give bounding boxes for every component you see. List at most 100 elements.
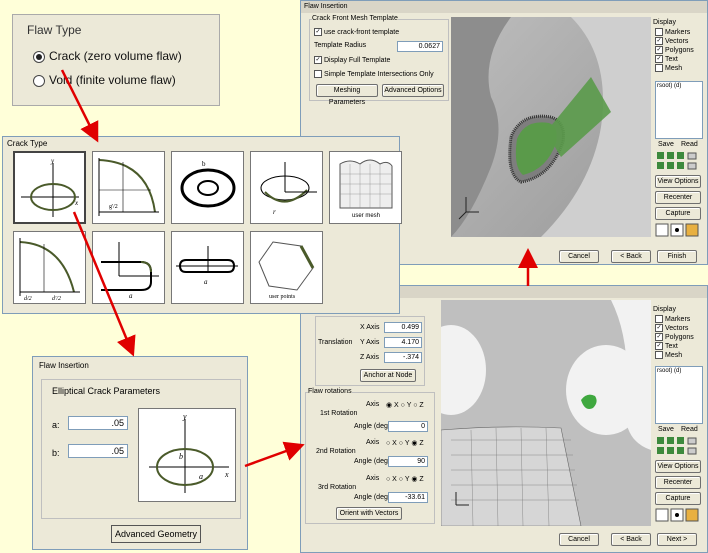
y-axis-input[interactable]: 4.170 [384, 337, 422, 348]
view-options-button[interactable]: View Options [655, 460, 701, 473]
axis-radio-3[interactable]: ○ X ○ Y ◉ Z [386, 475, 424, 483]
meshing-parameters-button[interactable]: Meshing Parameters [316, 84, 378, 106]
simple-template-checkbox[interactable]: Simple Template Intersections Only [314, 70, 434, 78]
back-button-top[interactable]: < Back [611, 250, 651, 263]
crack-type-elliptical[interactable]: y x [13, 151, 86, 224]
crack-type-title: Crack Type [7, 139, 48, 148]
b-label: b [179, 452, 183, 461]
a-input[interactable]: .05 [68, 416, 128, 430]
void-radio[interactable]: Void (finite volume flaw) [33, 73, 176, 87]
dp-label: d'/2 [52, 296, 61, 302]
checkbox-empty-icon [655, 351, 663, 359]
through-edge-icon: d/2 d'/2 [19, 238, 80, 302]
read-link[interactable]: Read [681, 426, 698, 433]
display-vectors[interactable]: ✓ Vectors [655, 37, 688, 45]
rot2-angle-input[interactable]: 90 [388, 456, 428, 467]
next-button[interactable]: Next > [657, 533, 697, 546]
display-text[interactable]: ✓ Text [655, 342, 678, 350]
orient-with-vectors-button[interactable]: Orient with Vectors [336, 507, 402, 520]
label: Vectors [665, 324, 689, 332]
read-link[interactable]: Read [681, 141, 698, 148]
use-template-checkbox[interactable]: ✓ use crack-front template [314, 28, 399, 36]
ellipse-preview: y x a b [138, 408, 236, 502]
display-mesh[interactable]: Mesh [655, 351, 682, 359]
display-list[interactable]: rsoot) (d) [655, 81, 703, 139]
display-panel-top: Display Markers ✓ Vectors ✓ Polygons ✓ Text… [653, 19, 705, 239]
save-link[interactable]: Save [658, 141, 674, 148]
view-options-button[interactable]: View Options [655, 175, 701, 188]
display-markers[interactable]: Markers [655, 315, 690, 323]
z-axis-input[interactable]: -.374 [384, 352, 422, 363]
save-link[interactable]: Save [658, 426, 674, 433]
display-mesh[interactable]: Mesh [655, 64, 682, 72]
list-item[interactable]: rsoot) (d) [657, 368, 681, 374]
cancel-button-bottom[interactable]: Cancel [559, 533, 599, 546]
display-polygons[interactable]: ✓ Polygons [655, 46, 694, 54]
tool-icons[interactable] [655, 223, 701, 237]
y-axis-label: Y Axis [360, 339, 380, 346]
template-radius-input[interactable]: 0.0627 [397, 41, 443, 52]
template-radius-label: Template Radius [314, 42, 367, 49]
a-label: a [199, 472, 203, 481]
axis-radio-2[interactable]: ○ X ○ Y ◉ Z [386, 439, 424, 447]
checkbox-empty-icon [655, 64, 663, 72]
display-full-checkbox[interactable]: ✓ Display Full Template [314, 56, 390, 64]
check-icon: ✓ [314, 56, 322, 64]
crack-type-embedded[interactable]: b [171, 151, 244, 224]
anchor-at-node-button[interactable]: Anchor at Node [360, 369, 416, 382]
crack-type-slot[interactable]: a [171, 231, 244, 304]
window-title: Flaw Insertion [39, 361, 89, 370]
3d-viewport-top[interactable] [451, 17, 651, 237]
g2-label: g'/2 [109, 204, 118, 210]
axis-radio-1[interactable]: ◉ X ○ Y ○ Z [386, 401, 424, 409]
flaw-type-title: Flaw Type [27, 23, 82, 37]
display-list[interactable]: rsoot) (d) [655, 366, 703, 424]
label: Markers [665, 28, 691, 36]
recenter-button[interactable]: Recenter [655, 476, 701, 489]
crack-type-user-points[interactable]: user points [250, 231, 323, 304]
b-input[interactable]: .05 [68, 444, 128, 458]
cancel-button-top[interactable]: Cancel [559, 250, 599, 263]
crack-type-through-hole[interactable]: a [92, 231, 165, 304]
crack-type-corner[interactable]: g'/2 [92, 151, 165, 224]
rot3-label: 3rd Rotation [318, 484, 357, 491]
display-title: Display [653, 19, 676, 26]
display-markers[interactable]: Markers [655, 28, 690, 36]
display-vectors[interactable]: ✓ Vectors [655, 324, 688, 332]
crack-radio[interactable]: Crack (zero volume flaw) [33, 49, 182, 63]
display-text[interactable]: ✓ Text [655, 55, 678, 63]
b-label: b: [52, 448, 60, 458]
crack-type-through-edge[interactable]: d/2 d'/2 [13, 231, 86, 304]
a-label: a: [52, 420, 60, 430]
rot1-angle-input[interactable]: 0 [388, 421, 428, 432]
x-axis-label: X Axis [360, 324, 380, 331]
capture-button[interactable]: Capture [655, 492, 701, 505]
axis-x-label: x [74, 199, 79, 207]
finish-button[interactable]: Finish [657, 250, 697, 263]
crack-type-user-mesh[interactable]: user mesh [329, 151, 402, 224]
tool-icons[interactable] [655, 508, 701, 522]
crack-front-mesh-group: Crack Front Mesh Template ✓ use crack-fro… [309, 15, 449, 106]
crack-type-surface[interactable]: r [250, 151, 323, 224]
rot1-label: 1st Rotation [320, 410, 358, 417]
capture-button[interactable]: Capture [655, 207, 701, 220]
view-icons[interactable] [657, 152, 701, 170]
label: Vectors [665, 37, 689, 45]
user-mesh-icon: user mesh [339, 159, 393, 219]
3d-viewport-bottom[interactable] [441, 300, 651, 526]
list-item[interactable]: rsoot) (d) [657, 83, 681, 89]
a-label: a [129, 292, 133, 300]
x-axis-input[interactable]: 0.499 [384, 322, 422, 333]
checkbox-empty-icon [314, 70, 322, 78]
display-polygons[interactable]: ✓ Polygons [655, 333, 694, 341]
user-mesh-label: user mesh [352, 213, 380, 219]
crack-type-panel: Crack Type y x g'/2 b r user mesh d/2 d'… [2, 136, 402, 314]
user-points-icon: user points [258, 241, 315, 300]
advanced-geometry-button[interactable]: Advanced Geometry [111, 525, 201, 543]
recenter-button[interactable]: Recenter [655, 191, 701, 204]
flaw-rotations-group: Flaw rotations Axis ◉ X ○ Y ○ Z 1st Rota… [305, 388, 435, 524]
advanced-options-button[interactable]: Advanced Options [382, 84, 444, 97]
rot3-angle-input[interactable]: -33.61 [388, 492, 428, 503]
view-icons[interactable] [657, 437, 701, 455]
back-button-bottom[interactable]: < Back [611, 533, 651, 546]
